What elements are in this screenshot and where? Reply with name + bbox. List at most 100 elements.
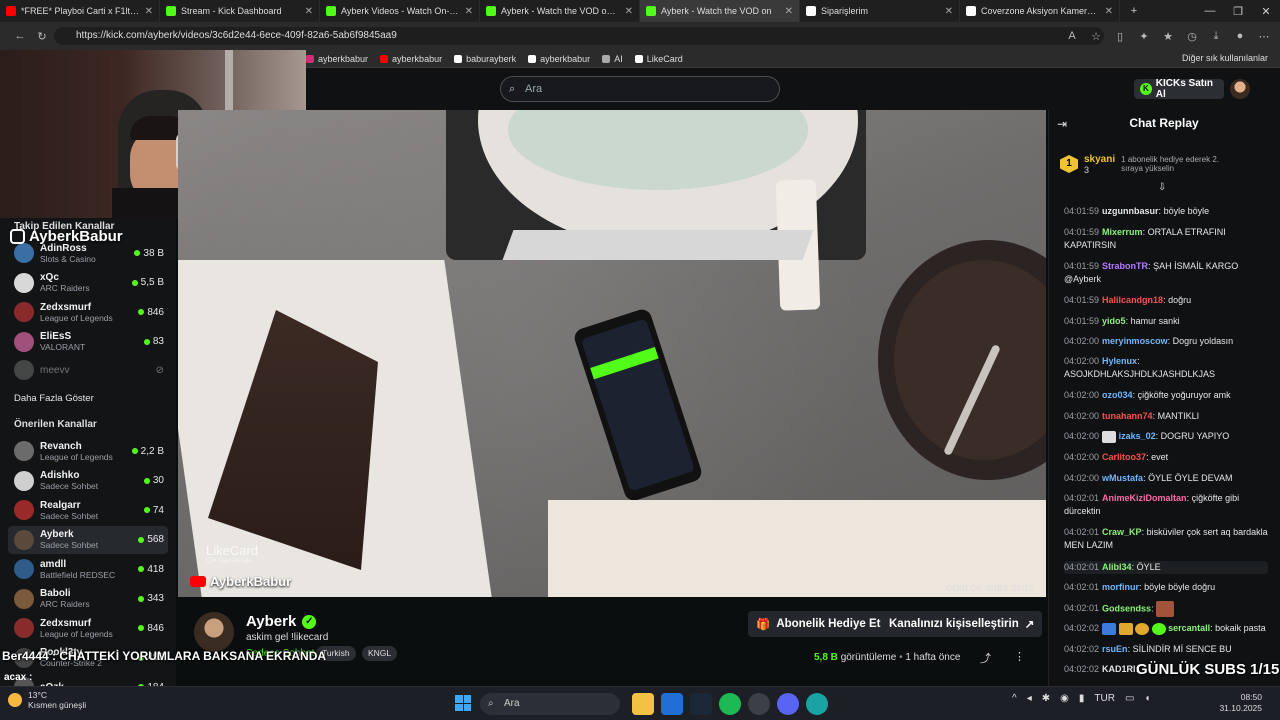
search-input[interactable]: ⌕ Ara xyxy=(500,76,780,102)
extensions-icon[interactable]: ✦ xyxy=(1132,30,1156,43)
chat-username[interactable]: uzgunnbasur xyxy=(1102,206,1159,216)
windows-start-icon[interactable] xyxy=(455,695,471,711)
browser-tab[interactable]: Ayberk - Watch the VOD on ✕ xyxy=(640,0,800,22)
video-player[interactable] xyxy=(178,110,1046,597)
chat-username[interactable]: yido5 xyxy=(1102,316,1126,326)
tray-mic-icon[interactable]: ▮ xyxy=(1079,693,1085,704)
sidebar-channel-realgarr[interactable]: Realgarr Sadece Sohbet 74 xyxy=(8,496,168,524)
minimize-icon[interactable]: — xyxy=(1196,5,1224,17)
bookmark-item[interactable]: LikeCard xyxy=(634,54,683,64)
maximize-icon[interactable]: ❐ xyxy=(1224,5,1252,18)
file-explorer-icon[interactable] xyxy=(632,693,654,715)
browser-tab[interactable]: Coverzone Aksiyon Kamera ve Ta ✕ xyxy=(960,0,1120,22)
close-tab-icon[interactable]: ✕ xyxy=(145,6,153,17)
sidebar-channel-baboli[interactable]: Baboli ARC Raiders 343 xyxy=(8,585,168,613)
close-tab-icon[interactable]: ✕ xyxy=(945,6,953,17)
chat-username[interactable]: ozo034 xyxy=(1102,390,1133,400)
url-field[interactable]: https://kick.com/ayberk/videos/3c6d2e44-… xyxy=(54,27,1104,45)
chat-username[interactable]: Craw_KP xyxy=(1102,527,1142,537)
taskbar-search[interactable]: ⌕ Ara xyxy=(480,693,620,715)
customize-channel-button[interactable]: Kanalınızı kişiselleştirin ↗ xyxy=(881,611,1043,637)
bookmark-item[interactable]: baburayberk xyxy=(454,54,516,64)
split-screen-icon[interactable]: ▯ xyxy=(1108,30,1132,43)
user-avatar[interactable] xyxy=(1230,79,1250,99)
share-icon[interactable]: ⤴ xyxy=(980,650,991,666)
bookmark-item[interactable]: AI xyxy=(602,54,623,64)
new-tab-icon[interactable]: + xyxy=(1120,5,1148,17)
close-tab-icon[interactable]: ✕ xyxy=(785,6,793,17)
gift-sub-button[interactable]: 🎁 Abonelik Hediye Et xyxy=(748,611,889,637)
chat-username[interactable]: Hylenux xyxy=(1102,356,1137,366)
sidebar-channel-xqc[interactable]: xQc ARC Raiders 5,5 B xyxy=(8,269,168,297)
offline-channel[interactable]: meevv ⊘ xyxy=(8,356,168,384)
bookmark-item[interactable]: ayberkbabur xyxy=(380,54,442,64)
sidebar-channel-eliess[interactable]: EliEsS VALORANT 83 xyxy=(8,328,168,356)
store-icon[interactable] xyxy=(661,693,683,715)
other-bookmarks[interactable]: Diğer sık kullanılanlar xyxy=(1182,53,1268,63)
tray-chevron-icon[interactable]: ^ xyxy=(1012,693,1017,704)
downloads-icon[interactable]: ⤓ xyxy=(1204,30,1228,43)
chat-username[interactable]: Mixerrum xyxy=(1102,227,1143,237)
tag-kngl[interactable]: KNGL xyxy=(362,646,398,661)
show-more-link[interactable]: Daha Fazla Göster xyxy=(14,393,94,404)
edge-icon[interactable] xyxy=(806,693,828,715)
chat-username[interactable]: meryinmoscow xyxy=(1102,336,1168,346)
chat-username[interactable]: tunahann74 xyxy=(1102,411,1153,421)
chat-username[interactable]: sercantall xyxy=(1168,623,1210,633)
sidebar-channel-adishko[interactable]: Adishko Sadece Sohbet 30 xyxy=(8,467,168,495)
chat-username[interactable]: rsuEn xyxy=(1102,644,1128,654)
favorites-icon[interactable]: ★ xyxy=(1156,30,1180,43)
weather-widget[interactable]: 13°C Kısmen güneşli xyxy=(8,690,86,710)
network-icon[interactable]: ▭ xyxy=(1125,693,1134,704)
steam-icon[interactable] xyxy=(690,693,712,715)
browser-tab[interactable]: Stream - Kick Dashboard ✕ xyxy=(160,0,320,22)
sidebar-channel-ayberk[interactable]: Ayberk Sadece Sohbet 568 xyxy=(8,525,168,554)
bookmark-item[interactable]: ayberkbabur xyxy=(306,54,368,64)
browser-tab[interactable]: Ayberk Videos - Watch On-Demar ✕ xyxy=(320,0,480,22)
chat-username[interactable]: Alibl34 xyxy=(1102,562,1132,572)
volume-icon[interactable]: ◖ xyxy=(1144,693,1150,704)
favorite-star-icon[interactable]: ☆ xyxy=(1084,30,1108,43)
scroll-down-icon[interactable]: ⇩ xyxy=(1158,182,1166,193)
streamer-name[interactable]: Ayberk ✓ xyxy=(246,613,317,630)
close-tab-icon[interactable]: ✕ xyxy=(305,6,313,17)
back-icon[interactable]: ← xyxy=(8,30,32,42)
refresh-icon[interactable]: ↻ xyxy=(30,30,54,43)
close-tab-icon[interactable]: ✕ xyxy=(625,6,633,17)
chat-username[interactable]: KAD1RI xyxy=(1102,664,1136,674)
spotify-icon[interactable] xyxy=(719,693,741,715)
close-window-icon[interactable]: ✕ xyxy=(1252,5,1280,18)
bookmark-item[interactable]: ayberkbabur xyxy=(528,54,590,64)
chat-username[interactable]: Godsendss xyxy=(1102,603,1151,613)
chat-username[interactable]: Carlitoo37 xyxy=(1102,452,1146,462)
browser-tab[interactable]: *FREE* Playboi Carti x F1lthy Typ... ✕ xyxy=(0,0,160,22)
sidebar-channel-revanch[interactable]: Revanch League of Legends 2,2 B xyxy=(8,437,168,465)
sidebar-channel-amdll[interactable]: amdll Battlefield REDSEC 418 xyxy=(8,555,168,583)
chat-username[interactable]: wMustafa xyxy=(1102,473,1143,483)
streamer-avatar[interactable] xyxy=(194,612,234,652)
more-options-icon[interactable]: ⋮ xyxy=(1014,650,1025,663)
kicks-buy-button[interactable]: K KICKs Satın Al xyxy=(1134,78,1224,100)
chat-username[interactable]: morfinur xyxy=(1102,582,1139,592)
tray-app-icon[interactable]: ◂ xyxy=(1027,693,1032,704)
browser-tab[interactable]: Ayberk - Watch the VOD on Kick ✕ xyxy=(480,0,640,22)
browser-tab[interactable]: Siparişlerim ✕ xyxy=(800,0,960,22)
obs-icon[interactable] xyxy=(748,693,770,715)
menu-icon[interactable]: ⋯ xyxy=(1252,30,1276,43)
sidebar-channel-zedxsmurf[interactable]: Zedxsmurf League of Legends 846 xyxy=(8,298,168,326)
discord-icon[interactable] xyxy=(777,693,799,715)
sidebar-channel-zedxsmurf[interactable]: Zedxsmurf League of Legends 846 xyxy=(8,614,168,642)
read-aloud-icon[interactable]: A xyxy=(1060,30,1084,43)
chat-username[interactable]: Halilcandgn18 xyxy=(1102,295,1163,305)
copilot-icon[interactable]: ◆ xyxy=(1276,30,1280,43)
language-indicator[interactable]: TUR xyxy=(1094,693,1115,704)
tray-gear-icon[interactable]: ✱ xyxy=(1042,693,1050,704)
profile-icon[interactable]: ● xyxy=(1228,30,1252,43)
chat-username[interactable]: AnimeKiziDomaltan xyxy=(1102,493,1187,503)
chat-username[interactable]: StrabonTR xyxy=(1102,261,1148,271)
tray-steam-icon[interactable]: ◉ xyxy=(1060,693,1069,704)
close-tab-icon[interactable]: ✕ xyxy=(1105,6,1113,17)
chat-username[interactable]: izaks_02 xyxy=(1119,431,1156,441)
history-icon[interactable]: ◷ xyxy=(1180,30,1204,43)
taskbar-clock[interactable]: 08:50 31.10.2025 xyxy=(1212,692,1262,714)
